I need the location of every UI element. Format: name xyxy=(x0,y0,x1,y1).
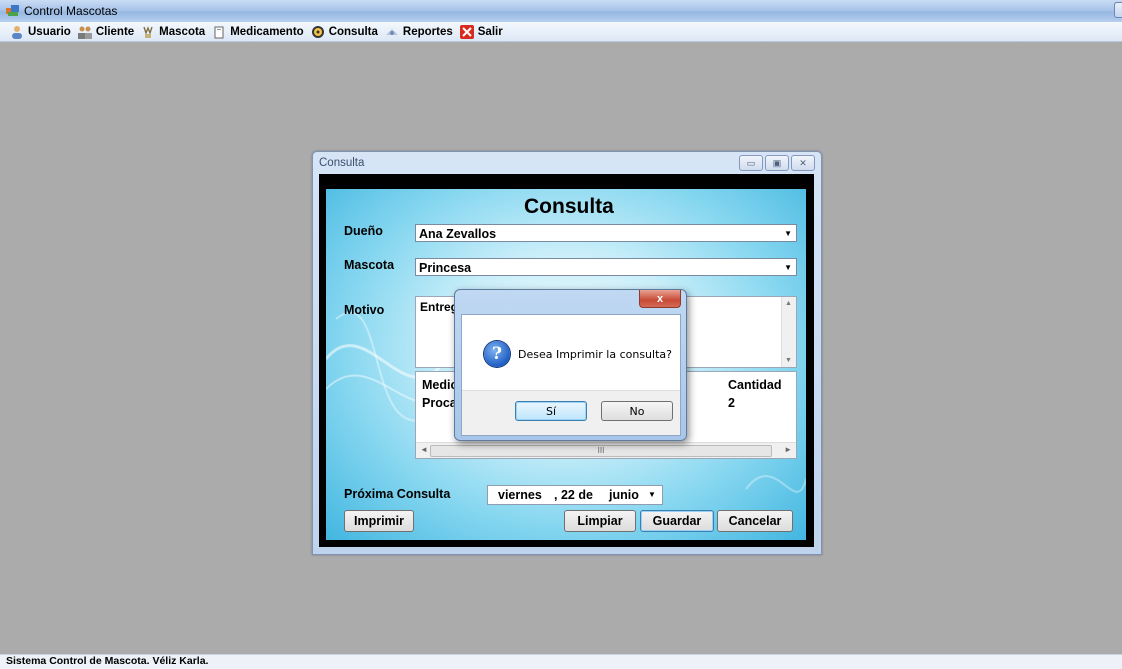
scrollbar-thumb[interactable]: III xyxy=(430,445,772,457)
main-title-bar[interactable]: Control Mascotas ▭ ▣ ✕ xyxy=(0,0,1122,23)
child-close-button[interactable]: ✕ xyxy=(791,155,815,171)
consult-icon xyxy=(311,25,325,39)
menu-label: Mascota xyxy=(159,25,206,38)
reason-label: Motivo xyxy=(344,303,385,317)
menu-cliente[interactable]: Cliente xyxy=(77,22,141,41)
grid-cell-quantity[interactable]: 2 xyxy=(728,396,735,410)
exit-icon xyxy=(459,24,474,39)
dialog-message: Desea Imprimir la consulta? xyxy=(518,348,672,361)
question-icon: ? xyxy=(484,341,510,367)
menu-label: Usuario xyxy=(28,25,71,38)
chevron-down-icon[interactable]: ▼ xyxy=(784,259,792,277)
pet-combobox[interactable]: Princesa ▼ xyxy=(415,258,797,276)
status-text: Sistema Control de Mascota. Véliz Karla. xyxy=(6,655,209,667)
pet-label: Mascota xyxy=(344,258,395,272)
menu-bar: Usuario Cliente Mascota Medicamento Cons… xyxy=(0,22,1122,42)
app-icon xyxy=(6,5,19,16)
menu-label: Consulta xyxy=(328,25,378,38)
menu-medicamento[interactable]: Medicamento xyxy=(212,22,311,41)
consulta-window-title: Consulta xyxy=(319,157,365,169)
child-maximize-button[interactable]: ▣ xyxy=(765,155,789,171)
reports-icon xyxy=(385,25,399,39)
reason-vertical-scrollbar[interactable]: ▲ ▼ xyxy=(781,297,796,367)
yes-button[interactable]: Sí xyxy=(515,401,587,421)
close-icon: x xyxy=(656,292,664,305)
pet-value: Princesa xyxy=(419,261,472,275)
menu-label: Reportes xyxy=(402,25,453,38)
menu-reportes[interactable]: Reportes xyxy=(385,22,460,41)
child-minimize-button[interactable]: ▭ xyxy=(739,155,763,171)
dialog-button-bar: Sí No xyxy=(462,390,680,435)
save-button[interactable]: Guardar xyxy=(640,510,714,532)
pet-icon xyxy=(141,25,155,39)
owner-value: Ana Zevallos xyxy=(419,227,497,241)
close-button[interactable]: ✕ xyxy=(1114,2,1122,18)
grid-horizontal-scrollbar[interactable]: ◄ III ► xyxy=(416,442,796,458)
menu-mascota[interactable]: Mascota xyxy=(141,22,212,41)
clients-icon xyxy=(77,25,92,39)
menu-label: Medicamento xyxy=(230,25,304,38)
window-title: Control Mascotas xyxy=(24,4,118,18)
owner-combobox[interactable]: Ana Zevallos ▼ xyxy=(415,224,797,242)
dialog-close-button[interactable]: x xyxy=(639,290,681,308)
status-bar: Sistema Control de Mascota. Véliz Karla. xyxy=(0,654,1122,669)
date-month: junio xyxy=(609,488,639,502)
chevron-down-icon[interactable]: ▼ xyxy=(648,486,656,504)
next-visit-datepicker[interactable]: viernes , 22 de junio ▼ xyxy=(487,485,663,505)
dialog-body: ? Desea Imprimir la consulta? Sí No xyxy=(461,314,681,436)
menu-label: Cliente xyxy=(95,25,135,38)
cancel-button[interactable]: Cancelar xyxy=(717,510,793,532)
owner-label: Dueño xyxy=(344,224,383,238)
date-number: , 22 de xyxy=(554,488,593,502)
date-day: viernes xyxy=(498,488,542,502)
print-button[interactable]: Imprimir xyxy=(344,510,414,532)
next-visit-label: Próxima Consulta xyxy=(344,487,451,501)
clear-button[interactable]: Limpiar xyxy=(564,510,636,532)
no-button[interactable]: No xyxy=(601,401,673,421)
menu-usuario[interactable]: Usuario xyxy=(10,22,78,41)
menu-label: Salir xyxy=(477,25,503,38)
medicine-icon xyxy=(212,25,226,39)
user-icon xyxy=(10,25,24,39)
grid-header-quantity: Cantidad xyxy=(728,378,782,392)
form-heading: Consulta xyxy=(524,195,614,218)
print-confirm-dialog[interactable]: x ? Desea Imprimir la consulta? Sí No xyxy=(454,289,687,441)
menu-consulta[interactable]: Consulta xyxy=(311,22,385,41)
grid-header-medicine: Medic xyxy=(422,378,458,392)
chevron-down-icon[interactable]: ▼ xyxy=(784,225,792,243)
menu-salir[interactable]: Salir xyxy=(459,22,510,41)
